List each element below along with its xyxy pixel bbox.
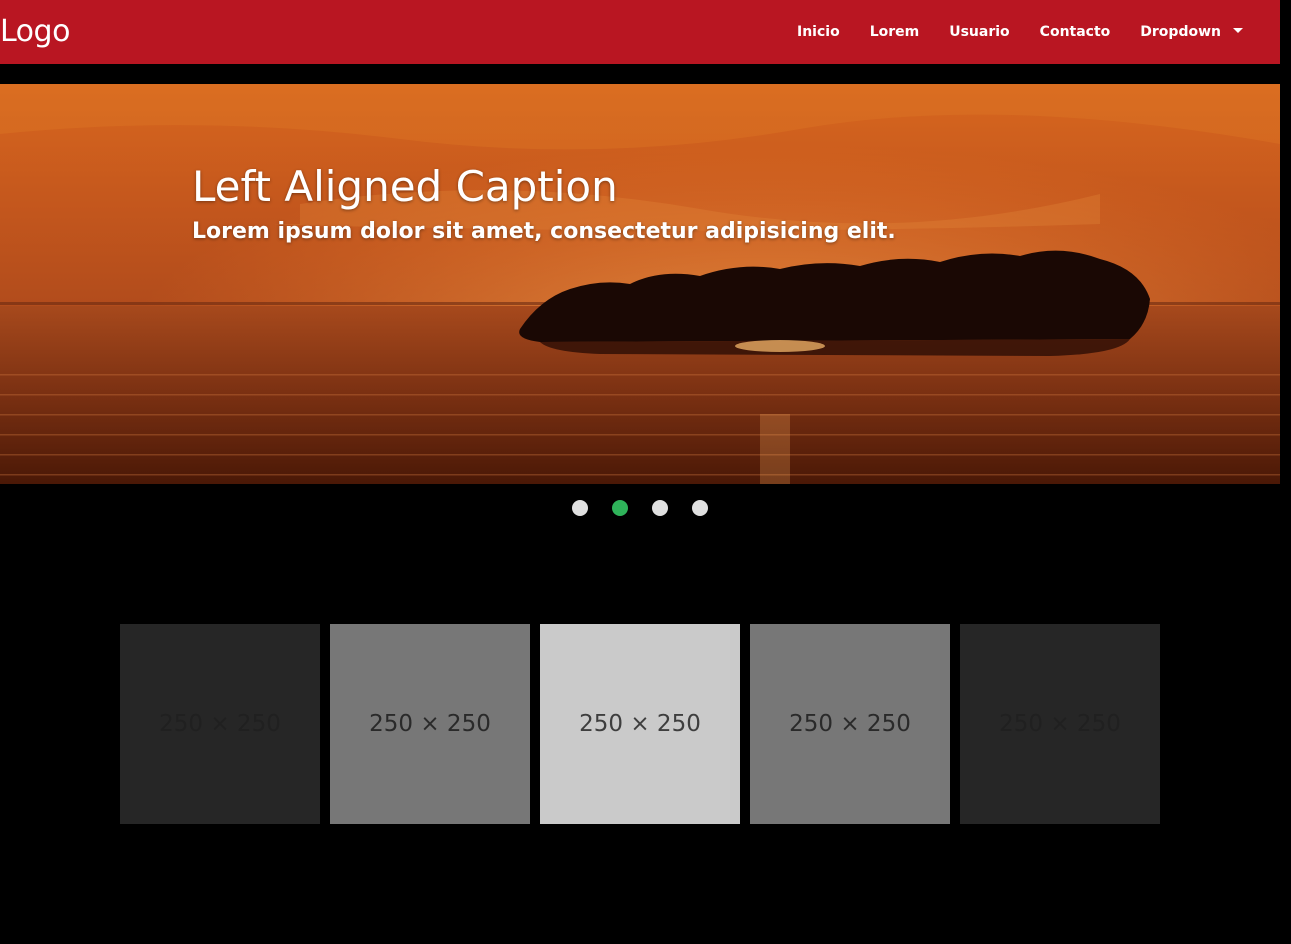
indicator-dot-4[interactable] [692,500,708,516]
nav-item-dropdown[interactable]: Dropdown [1125,0,1258,64]
thumbnail-row: 250 × 250 250 × 250 250 × 250 250 × 250 … [120,624,1160,824]
nav-menu: Inicio Lorem Usuario Contacto Dropdown [782,0,1258,64]
sunset-lake-image [0,84,1280,484]
thumbnail-4[interactable]: 250 × 250 [750,624,950,824]
nav-item-inicio[interactable]: Inicio [782,0,855,64]
caption-title: Left Aligned Caption [192,162,618,211]
indicator-dot-1[interactable] [572,500,588,516]
thumbnail-2[interactable]: 250 × 250 [330,624,530,824]
carousel-indicators [0,500,1280,520]
carousel-caption: Left Aligned Caption Lorem ipsum dolor s… [192,162,896,244]
hero-carousel[interactable]: Left Aligned Caption Lorem ipsum dolor s… [0,84,1280,484]
thumbnail-1[interactable]: 250 × 250 [120,624,320,824]
caption-text: Lorem ipsum dolor sit amet, consectetur … [192,219,896,244]
indicator-dot-2[interactable] [612,500,628,516]
thumbnail-3[interactable]: 250 × 250 [540,624,740,824]
logo[interactable]: Logo [0,0,70,64]
top-navbar: Logo Inicio Lorem Usuario Contacto Dropd… [0,0,1280,64]
nav-item-usuario[interactable]: Usuario [934,0,1024,64]
thumbnail-5[interactable]: 250 × 250 [960,624,1160,824]
dropdown-label: Dropdown [1140,24,1221,40]
caret-down-icon [1233,27,1243,33]
indicator-dot-3[interactable] [652,500,668,516]
nav-item-contacto[interactable]: Contacto [1025,0,1126,64]
nav-item-lorem[interactable]: Lorem [855,0,935,64]
